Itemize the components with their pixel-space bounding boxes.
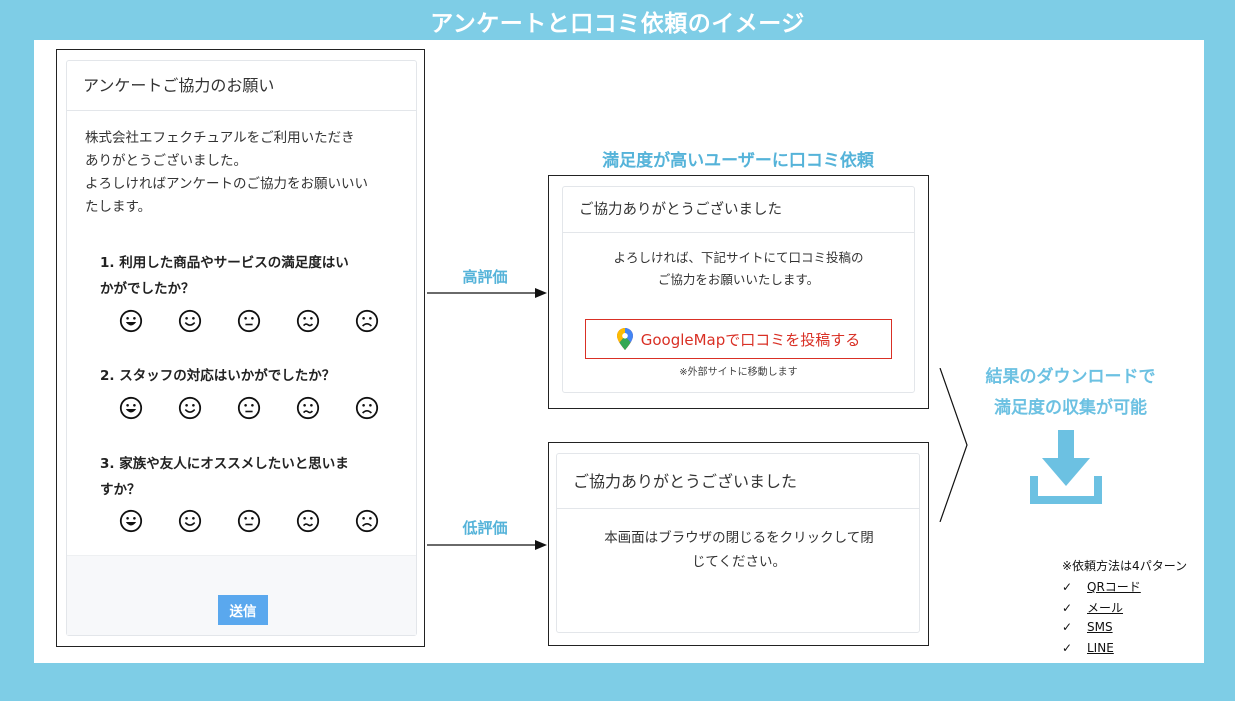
external-site-note: ※外部サイトに移動します	[679, 367, 798, 378]
high-satisfaction-heading: 満足度が高いユーザーに口コミ依頼	[602, 151, 874, 171]
survey-intro-line: たします。	[85, 199, 152, 215]
smile-icon[interactable]	[178, 309, 202, 333]
neutral-icon[interactable]	[237, 309, 261, 333]
unhappy-icon[interactable]	[296, 509, 320, 533]
survey-screen: アンケートご協力のお願い 株式会社エフェクチュアルをご利用いただき ありがとうご…	[56, 49, 425, 647]
question-1-rating	[119, 309, 379, 333]
thank-you-card: ご協力ありがとうございました 本画面はブラウザの閉じるをクリックして閉 じてくだ…	[556, 453, 920, 633]
question-2-rating	[119, 396, 379, 420]
neutral-icon[interactable]	[237, 396, 261, 420]
low-rating-arrow	[427, 540, 547, 550]
unhappy-icon[interactable]	[296, 396, 320, 420]
very-happy-icon[interactable]	[119, 509, 143, 533]
download-icon	[1030, 430, 1102, 504]
check-icon: ✓	[1062, 580, 1073, 594]
smile-icon[interactable]	[178, 396, 202, 420]
survey-intro-line: 株式会社エフェクチュアルをご利用いただき	[85, 130, 355, 146]
very-happy-icon[interactable]	[119, 309, 143, 333]
question-1: 1. 利用した商品やサービスの満足度はい かがでしたか？	[100, 250, 390, 302]
low-satisfaction-screen: ご協力ありがとうございました 本画面はブラウザの閉じるをクリックして閉 じてくだ…	[548, 442, 929, 646]
very-happy-icon[interactable]	[119, 396, 143, 420]
method-label[interactable]: SMS	[1087, 620, 1113, 634]
close-message-line: じてください。	[691, 554, 787, 570]
result-line: 結果のダウンロードで	[985, 367, 1156, 387]
method-item-qr: ✓ QRコード	[1062, 578, 1141, 595]
unhappy-icon[interactable]	[296, 309, 320, 333]
survey-intro-line: よろしければアンケートのご協力をお願いいい	[85, 176, 368, 192]
request-methods-title: ※依頼方法は4パターン	[1062, 559, 1188, 573]
question-2: 2. スタッフの対応はいかがでしたか？	[100, 363, 390, 389]
result-line: 満足度の収集が可能	[994, 398, 1147, 418]
thank-you-card-header: ご協力ありがとうございました	[557, 454, 919, 509]
google-map-review-button[interactable]: GoogleMapで口コミを投稿する	[585, 319, 892, 359]
question-2-line: 2. スタッフの対応はいかがでしたか？	[100, 368, 336, 384]
google-map-button-label: GoogleMapで口コミを投稿する	[640, 330, 861, 349]
review-request-message: よろしければ、下記サイトにて口コミ投稿の ご協力をお願いいたします。	[563, 247, 914, 291]
survey-intro-line: ありがとうございました。	[85, 153, 247, 169]
question-3-line: 3. 家族や友人にオススメしたいと思いま	[100, 456, 349, 472]
review-card-header: ご協力ありがとうございました	[563, 187, 914, 233]
question-3: 3. 家族や友人にオススメしたいと思いま すか？	[100, 451, 390, 503]
question-3-rating	[119, 509, 379, 533]
map-pin-icon	[616, 328, 633, 350]
method-label[interactable]: QRコード	[1087, 580, 1141, 594]
question-1-line: かがでしたか？	[100, 281, 195, 297]
smile-icon[interactable]	[178, 509, 202, 533]
result-download-text: 結果のダウンロードで 満足度の収集が可能	[958, 362, 1183, 424]
check-icon: ✓	[1062, 641, 1073, 655]
neutral-icon[interactable]	[237, 509, 261, 533]
method-label[interactable]: LINE	[1087, 641, 1114, 655]
sad-icon[interactable]	[355, 396, 379, 420]
sad-icon[interactable]	[355, 309, 379, 333]
question-1-line: 1. 利用した商品やサービスの満足度はい	[100, 255, 349, 271]
review-message-line: ご協力をお願いいたします。	[657, 272, 820, 287]
review-request-card: ご協力ありがとうございました よろしければ、下記サイトにて口コミ投稿の ご協力を…	[562, 186, 915, 393]
survey-card: アンケートご協力のお願い 株式会社エフェクチュアルをご利用いただき ありがとうご…	[66, 60, 417, 636]
sad-icon[interactable]	[355, 509, 379, 533]
low-rating-label: 低評価	[462, 519, 508, 537]
high-satisfaction-screen: ご協力ありがとうございました よろしければ、下記サイトにて口コミ投稿の ご協力を…	[548, 175, 929, 409]
close-message-line: 本画面はブラウザの閉じるをクリックして閉	[604, 530, 874, 546]
page-title: アンケートと口コミ依頼のイメージ	[430, 11, 805, 37]
check-icon: ✓	[1062, 601, 1073, 615]
method-label[interactable]: メール	[1087, 601, 1123, 615]
survey-card-header: アンケートご協力のお願い	[67, 61, 416, 111]
high-rating-arrow	[427, 288, 547, 298]
method-item-mail: ✓ メール	[1062, 599, 1123, 616]
high-rating-label: 高評価	[462, 268, 508, 286]
method-item-line: ✓ LINE	[1062, 641, 1114, 655]
check-icon: ✓	[1062, 620, 1073, 634]
submit-button[interactable]: 送信	[218, 595, 268, 625]
close-browser-message: 本画面はブラウザの閉じるをクリックして閉 じてください。	[577, 526, 901, 574]
question-3-line: すか？	[100, 482, 141, 498]
survey-intro: 株式会社エフェクチュアルをご利用いただき ありがとうございました。 よろしければ…	[85, 127, 405, 219]
method-item-sms: ✓ SMS	[1062, 620, 1113, 634]
review-message-line: よろしければ、下記サイトにて口コミ投稿の	[613, 250, 864, 265]
